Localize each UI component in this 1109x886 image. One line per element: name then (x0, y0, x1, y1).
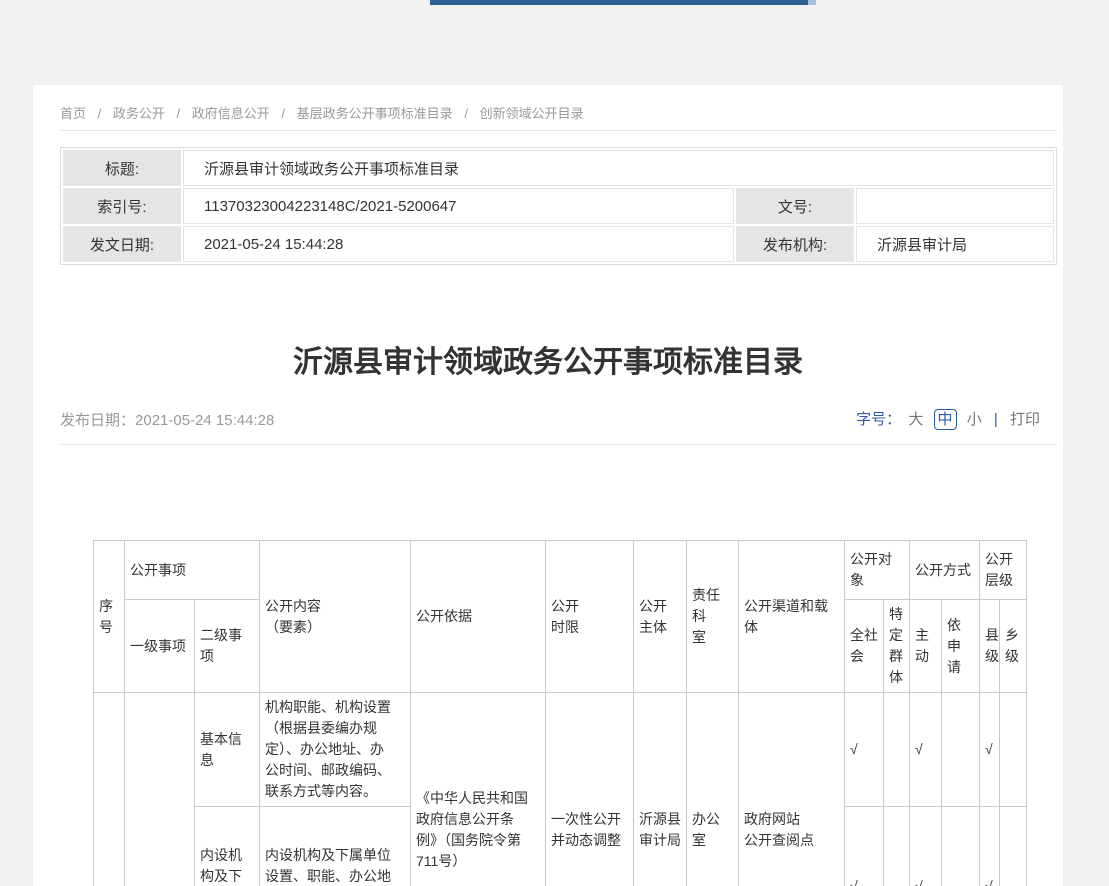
font-size-small-button[interactable]: 小 (967, 411, 982, 428)
publish-date-value: 2021-05-24 15:44:28 (135, 412, 274, 429)
cell-mark-all: √ (845, 693, 884, 807)
publish-date-label: 发布日期： (60, 412, 135, 429)
content-card: 首页 / 政务公开 / 政府信息公开 / 基层政务公开事项标准目录 / 创新领域… (33, 85, 1063, 886)
cell-mark-county: √ (980, 807, 1000, 886)
meta-docno-label: 文号: (736, 188, 854, 224)
col-header-level-county: 县 级 (980, 600, 1000, 693)
breadcrumb-separator: / (281, 106, 285, 121)
cell-mark-specific (884, 693, 910, 807)
article-toolbar: 发布日期：2021-05-24 15:44:28 字号： 大 中 小 | 打印 (60, 408, 1040, 430)
publish-date: 发布日期：2021-05-24 15:44:28 (60, 409, 274, 430)
breadcrumb-separator: / (98, 106, 102, 121)
col-header-content: 公开内容 （要素） (260, 541, 411, 693)
col-header-basis: 公开依据 (411, 541, 546, 693)
cell-item-l2: 基本信 息 (195, 693, 260, 807)
meta-docno-value (856, 188, 1054, 224)
meta-title-value: 沂源县审计领域政务公开事项标准目录 (183, 150, 1054, 186)
cell-subject: 沂源县 审计局 (634, 693, 687, 886)
col-header-target-all: 全社 会 (845, 600, 884, 693)
breadcrumb: 首页 / 政务公开 / 政府信息公开 / 基层政务公开事项标准目录 / 创新领域… (33, 85, 1063, 122)
col-header-item-group: 公开事项 (125, 541, 260, 600)
font-size-tools: 字号： 大 中 小 | 打印 (856, 408, 1040, 430)
print-button[interactable]: 打印 (1010, 411, 1040, 428)
meta-title-label: 标题: (63, 150, 181, 186)
document-meta-table: 标题: 沂源县审计领域政务公开事项标准目录 索引号: 1137032300422… (60, 147, 1057, 265)
cell-seq (94, 693, 125, 886)
catalog-table: 序 号 公开事项 公开内容 （要素） 公开依据 公开 时限 公开 主体 责任科 … (93, 540, 1027, 886)
font-size-label: 字号： (856, 411, 901, 428)
breadcrumb-link-home[interactable]: 首页 (60, 106, 86, 121)
page-title: 沂源县审计领域政务公开事项标准目录 (33, 337, 1063, 381)
cell-mark-county: √ (980, 693, 1000, 807)
breadcrumb-link-catalog[interactable]: 基层政务公开事项标准目录 (297, 106, 453, 121)
col-header-seq: 序 号 (94, 541, 125, 693)
toolbar-divider: | (994, 411, 998, 428)
col-header-item-l2: 二级事 项 (195, 600, 260, 693)
cell-channel: 政府网站 公开查阅点 (739, 693, 845, 886)
breadcrumb-separator: / (177, 106, 181, 121)
col-header-method-group: 公开方式 (910, 541, 980, 600)
top-nav-active-indicator (430, 0, 808, 5)
col-header-method-active: 主 动 (910, 600, 942, 693)
cell-content: 机构职能、机构设置 （根据县委编办规 定）、办公地址、办 公时间、邮政编码、 联… (260, 693, 411, 807)
meta-date-value: 2021-05-24 15:44:28 (183, 226, 734, 262)
font-size-large-button[interactable]: 大 (908, 411, 923, 428)
col-header-time-limit: 公开 时限 (546, 541, 634, 693)
cell-dept: 办公室 (687, 693, 739, 886)
breadcrumb-link-zhengwu[interactable]: 政务公开 (113, 106, 165, 121)
col-header-target-group: 公开对 象 (845, 541, 910, 600)
breadcrumb-separator: / (464, 106, 468, 121)
top-nav-indicator-tip (808, 0, 816, 5)
cell-mark-request (942, 693, 980, 807)
meta-index-value: 11370323004223148C/2021-5200647 (183, 188, 734, 224)
col-header-method-request: 依申 请 (942, 600, 980, 693)
cell-item-l1 (125, 693, 195, 886)
cell-time-limit: 一次性公开 并动态调整 (546, 693, 634, 886)
cell-content: 内设机构及下属单位 设置、职能、办公地 址、办公时间、联系 方式、负责人姓名等 (260, 807, 411, 886)
table-row: 基本信 息 机构职能、机构设置 （根据县委编办规 定）、办公地址、办 公时间、邮… (94, 693, 1027, 807)
col-header-channel: 公开渠道和载 体 (739, 541, 845, 693)
col-header-subject: 公开 主体 (634, 541, 687, 693)
font-size-medium-button[interactable]: 中 (934, 409, 957, 430)
cell-mark-specific (884, 807, 910, 886)
catalog-table-container: 序 号 公开事项 公开内容 （要素） 公开依据 公开 时限 公开 主体 责任科 … (93, 540, 1063, 886)
cell-mark-town (1000, 693, 1027, 807)
cell-mark-active: √ (910, 807, 942, 886)
col-header-level-town: 乡 级 (1000, 600, 1027, 693)
breadcrumb-link-info[interactable]: 政府信息公开 (192, 106, 270, 121)
cell-item-l2: 内设机 构及下 属事业 单位 (195, 807, 260, 886)
breadcrumb-divider (60, 130, 1057, 131)
col-header-target-specific: 特 定 群 体 (884, 600, 910, 693)
meta-index-label: 索引号: (63, 188, 181, 224)
cell-basis: 《中华人民共和国 政府信息公开条 例》（国务院令第 711号） (411, 693, 546, 886)
breadcrumb-link-innovation[interactable]: 创新领域公开目录 (480, 106, 584, 121)
cell-mark-all: √ (845, 807, 884, 886)
meta-agency-label: 发布机构: (736, 226, 854, 262)
col-header-item-l1: 一级事项 (125, 600, 195, 693)
meta-date-label: 发文日期: (63, 226, 181, 262)
toolbar-divider-line (60, 444, 1057, 445)
col-header-dept: 责任科 室 (687, 541, 739, 693)
cell-mark-town (1000, 807, 1027, 886)
col-header-level-group: 公开 层级 (980, 541, 1027, 600)
cell-mark-active: √ (910, 693, 942, 807)
meta-agency-value: 沂源县审计局 (856, 226, 1054, 262)
cell-mark-request (942, 807, 980, 886)
